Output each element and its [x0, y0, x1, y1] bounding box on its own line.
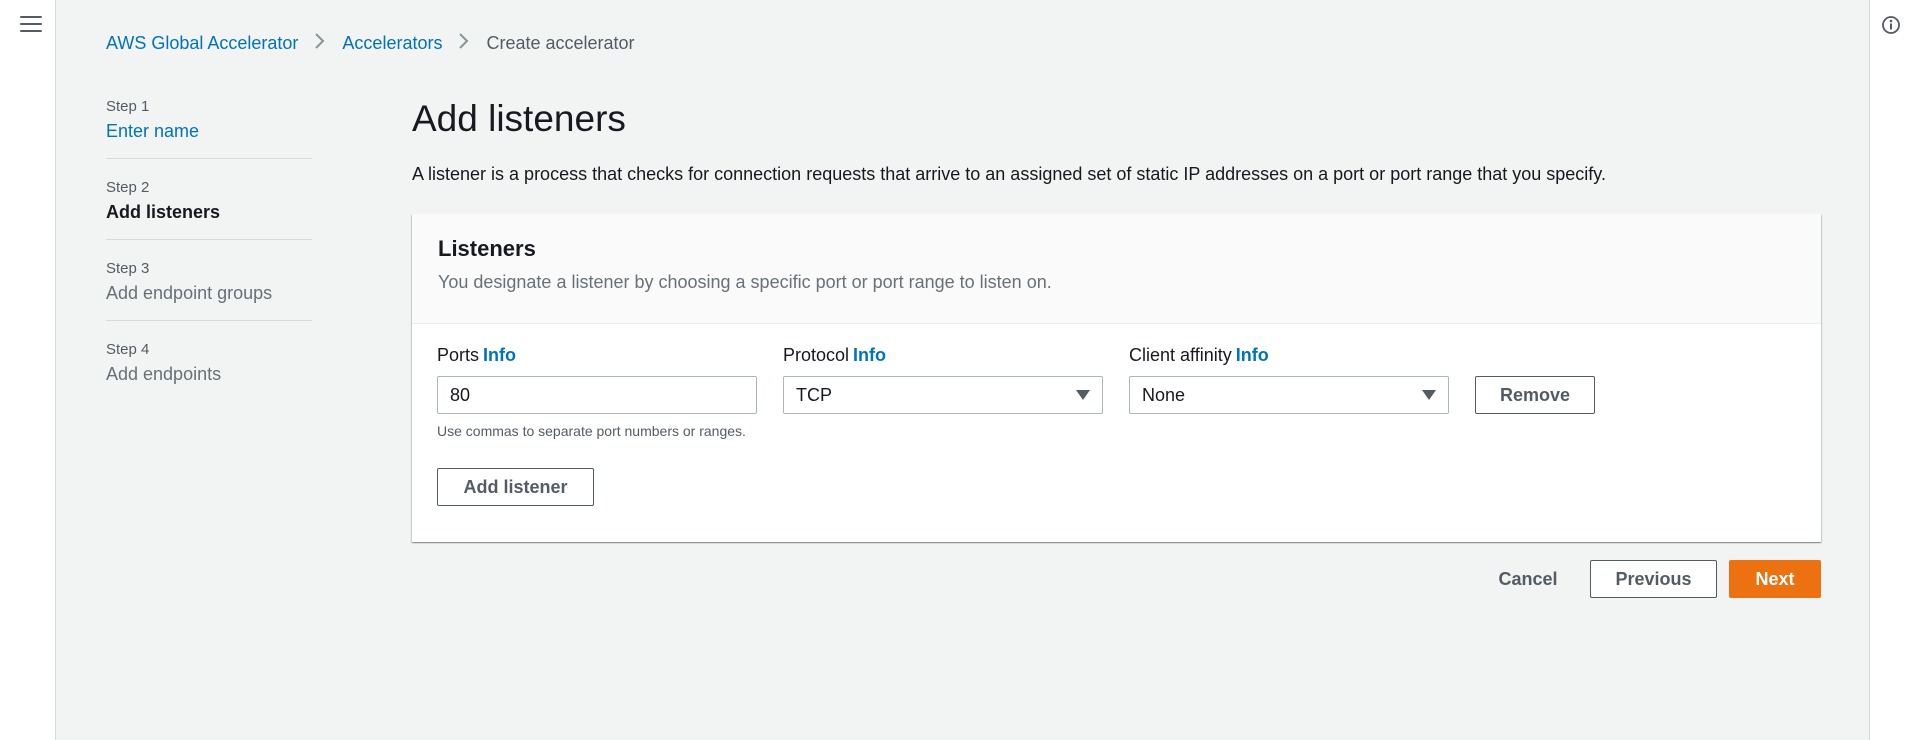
caret-down-icon: [1076, 390, 1090, 400]
listeners-header: Listeners You designate a listener by ch…: [412, 214, 1821, 324]
listeners-title: Listeners: [438, 236, 536, 261]
tools-rail: [1869, 0, 1910, 740]
wizard-steps: Step 1 Enter name Step 2 Add listeners S…: [106, 96, 312, 419]
step-label-add-listeners: Add listeners: [106, 202, 221, 222]
ports-label-text: Ports: [437, 345, 480, 365]
step-number: Step 3: [106, 260, 150, 277]
listeners-description: You designate a listener by choosing a s…: [438, 272, 1052, 292]
client-affinity-label: Client affinity Info: [1129, 345, 1449, 366]
remove-listener-button[interactable]: Remove: [1475, 376, 1595, 414]
ports-field: PortsInfo Use commas to separate port nu…: [437, 345, 757, 440]
step-number: Step 2: [106, 179, 150, 196]
step-3: Step 3 Add endpoint groups: [106, 258, 312, 321]
ports-input[interactable]: [437, 376, 757, 414]
protocol-value: TCP: [796, 384, 832, 405]
breadcrumb-current: Create accelerator: [486, 33, 635, 53]
step-link-enter-name[interactable]: Enter name: [106, 121, 312, 142]
step-4: Step 4 Add endpoints: [106, 339, 312, 401]
client-affinity-select[interactable]: None: [1129, 376, 1449, 414]
next-button[interactable]: Next: [1729, 560, 1821, 598]
info-icon[interactable]: [1881, 15, 1901, 35]
breadcrumb-global-accelerator[interactable]: AWS Global Accelerator: [106, 33, 298, 54]
add-listener-button[interactable]: Add listener: [437, 468, 594, 506]
protocol-info-link[interactable]: Info: [853, 345, 886, 365]
protocol-label: Protocol Info: [783, 345, 1103, 366]
ports-info-link[interactable]: Info: [483, 345, 516, 365]
breadcrumb: AWS Global Accelerator Accelerators Crea…: [106, 32, 635, 55]
chevron-right-icon: [442, 32, 486, 55]
step-label-add-endpoint-groups: Add endpoint groups: [106, 283, 273, 303]
ports-hint: Use commas to separate port numbers or r…: [437, 423, 746, 439]
step-label-add-endpoints: Add endpoints: [106, 364, 222, 384]
client-affinity-info-link[interactable]: Info: [1236, 345, 1269, 365]
step-number: Step 4: [106, 341, 150, 358]
navigation-rail: [0, 0, 56, 740]
page-title: Add listeners: [412, 98, 626, 139]
page-description: A listener is a process that checks for …: [412, 164, 1606, 184]
ports-label: Ports Info: [437, 345, 757, 366]
client-affinity-value: None: [1142, 384, 1186, 405]
listeners-container: Listeners You designate a listener by ch…: [412, 214, 1821, 542]
chevron-right-icon: [298, 32, 342, 55]
client-affinity-field: Client affinity Info None: [1129, 345, 1449, 414]
cancel-button[interactable]: Cancel: [1488, 560, 1568, 598]
caret-down-icon: [1422, 390, 1436, 400]
step-number: Step 1: [106, 98, 150, 115]
step-2: Step 2 Add listeners: [106, 177, 312, 240]
breadcrumb-accelerators[interactable]: Accelerators: [342, 33, 442, 54]
menu-icon[interactable]: [20, 16, 42, 34]
protocol-label-text: Protocol: [783, 345, 850, 365]
previous-button[interactable]: Previous: [1590, 560, 1717, 598]
client-affinity-label-text: Client affinity: [1129, 345, 1232, 365]
protocol-field: Protocol Info TCP: [783, 345, 1103, 414]
protocol-select[interactable]: TCP: [783, 376, 1103, 414]
step-1: Step 1 Enter name: [106, 96, 312, 159]
